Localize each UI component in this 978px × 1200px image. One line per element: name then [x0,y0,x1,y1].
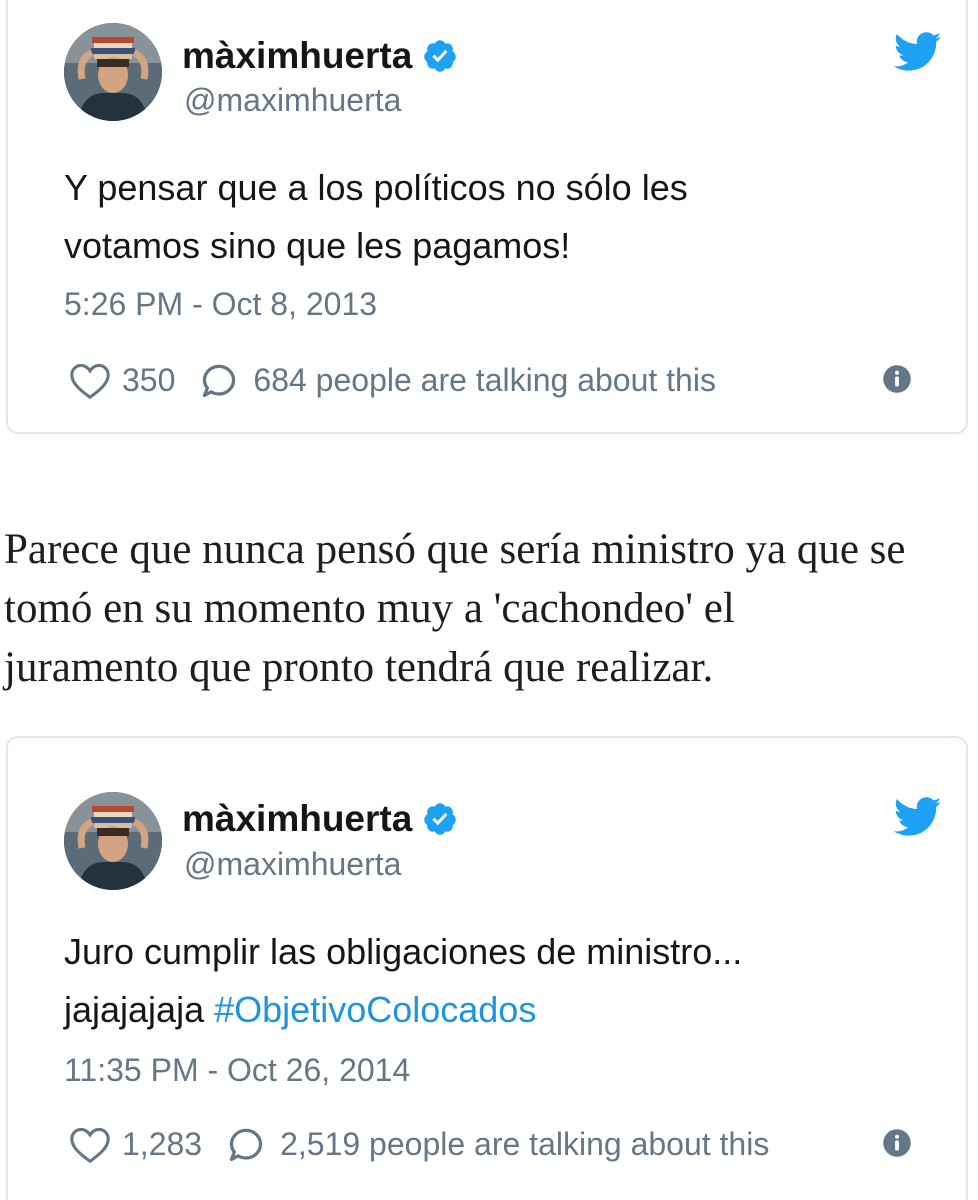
twitter-bird-icon[interactable] [894,797,942,837]
tweet-text: Juro cumplir las obligaciones de ministr… [64,923,924,1039]
tweet-embed[interactable]: màximhuerta @maximhuerta Y pensar que a … [6,0,968,434]
info-icon[interactable] [882,1128,912,1158]
tweet-text: Y pensar que a los políticos no sólo les… [64,159,924,275]
tweet-timestamp[interactable]: 5:26 PM - Oct 8, 2013 [64,286,377,322]
display-name[interactable]: màximhuerta [182,36,458,76]
user-handle[interactable]: @maximhuerta [184,846,401,882]
reply-icon[interactable] [197,360,241,400]
tweet-actions: 1,283 2,519 people are talking about thi… [68,1122,926,1166]
article-line: tomó en su momento muy a 'cachondeo' el [4,585,735,632]
talking-count[interactable]: 2,519 people are talking about this [280,1126,769,1163]
hashtag-link[interactable]: #ObjetivoColocados [214,989,536,1030]
avatar[interactable] [64,23,162,121]
tweet-text-line: Y pensar que a los políticos no sólo les [64,167,688,208]
tweet-text-line: votamos sino que les pagamos! [64,225,571,266]
verified-badge-icon [424,40,457,72]
article-paragraph: Parece que nunca pensó que sería ministr… [4,520,978,697]
heart-icon[interactable] [68,360,112,400]
article-line: Parece que nunca pensó que sería ministr… [4,526,906,573]
info-icon[interactable] [882,364,912,394]
heart-icon[interactable] [68,1124,112,1164]
reply-icon[interactable] [224,1124,268,1164]
verified-badge-icon [424,803,457,835]
tweet-timestamp[interactable]: 11:35 PM - Oct 26, 2014 [64,1052,410,1088]
tweet-actions: 350 684 people are talking about this [68,358,926,402]
tweet-text-prefix: jajajajaja [64,989,205,1030]
display-name[interactable]: màximhuerta [182,799,458,839]
tweet-text-line: jajajajaja #ObjetivoColocados [64,981,924,1039]
like-count[interactable]: 350 [122,362,175,399]
article-line: juramento que pronto tendrá que realizar… [4,644,714,691]
tweet-text-line: Juro cumplir las obligaciones de ministr… [64,931,743,972]
twitter-bird-icon[interactable] [894,32,942,72]
tweet-embed[interactable]: màximhuerta @maximhuerta Juro cumplir la… [6,736,968,1200]
talking-count[interactable]: 684 people are talking about this [253,362,716,399]
like-count[interactable]: 1,283 [122,1126,202,1163]
avatar[interactable] [64,792,162,890]
user-handle[interactable]: @maximhuerta [184,82,401,118]
